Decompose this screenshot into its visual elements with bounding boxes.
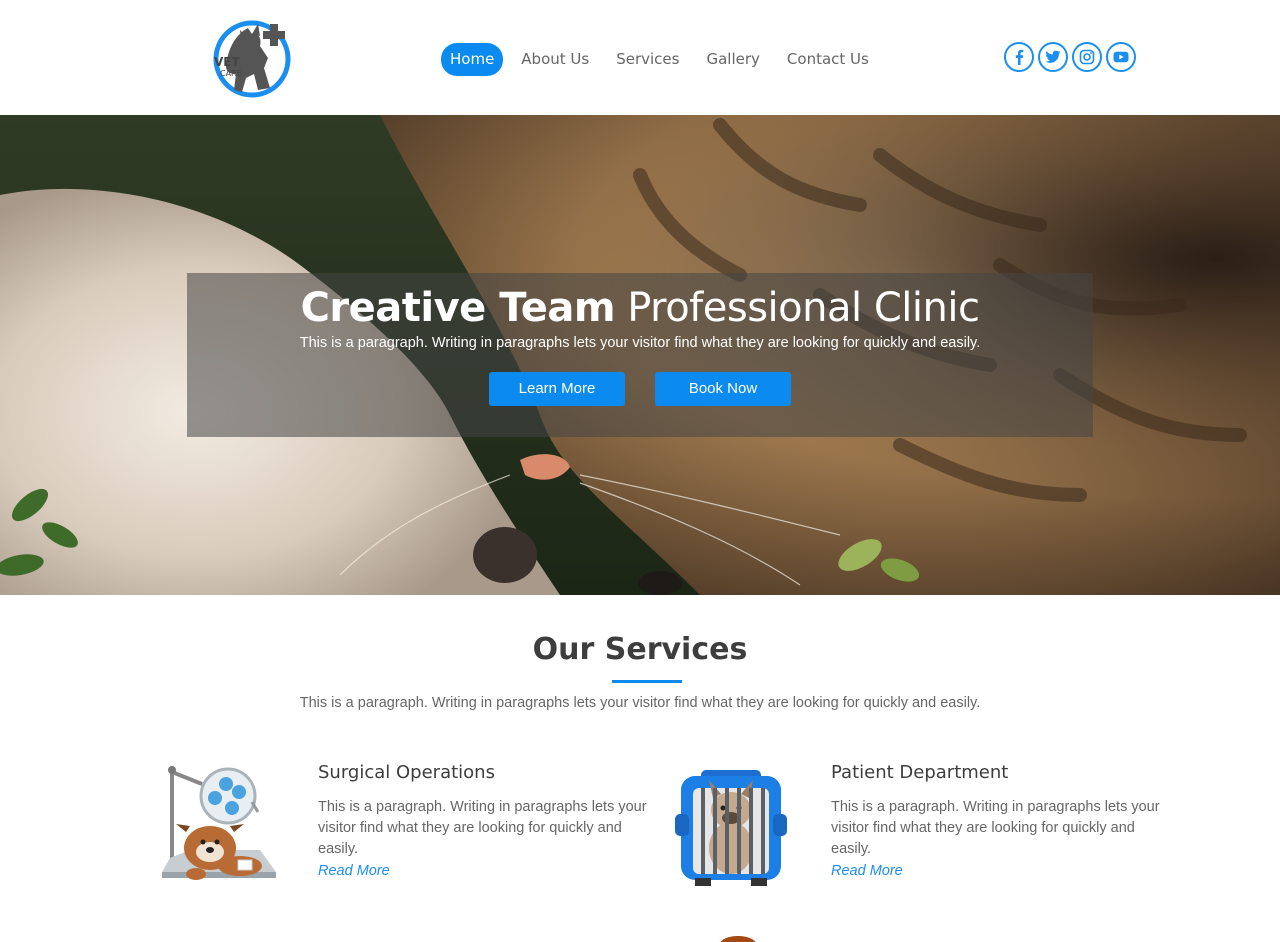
- service-card-surgical: Surgical Operations This is a paragraph.…: [160, 762, 647, 892]
- hero-title-bold: Creative Team: [300, 285, 616, 331]
- social-links: [1004, 42, 1140, 72]
- service-card-patient: Patient Department This is a paragraph. …: [673, 762, 1163, 892]
- hero-banner: Creative Team Professional Clinic This i…: [0, 115, 1280, 595]
- pet-carrier-icon: [675, 770, 787, 886]
- svg-text:CARE: CARE: [220, 69, 242, 78]
- surgery-dog-icon: [162, 766, 276, 880]
- facebook-icon[interactable]: [1004, 42, 1034, 72]
- read-more-link-surgical[interactable]: Read More: [318, 863, 390, 879]
- youtube-icon[interactable]: [1106, 42, 1136, 72]
- nav-item-home[interactable]: Home: [441, 43, 504, 76]
- vet-care-logo[interactable]: VET CARE: [212, 18, 292, 98]
- instagram-icon[interactable]: [1072, 42, 1102, 72]
- hero-overlay-box: Creative Team Professional Clinic This i…: [187, 273, 1093, 437]
- learn-more-button[interactable]: Learn More: [489, 372, 625, 406]
- services-subtitle: This is a paragraph. Writing in paragrap…: [299, 695, 981, 711]
- service-description-surgical: This is a paragraph. Writing in paragrap…: [318, 799, 647, 857]
- main-nav: Home About Us Services Gallery Contact U…: [441, 43, 887, 76]
- service-description-patient: This is a paragraph. Writing in paragrap…: [831, 799, 1160, 857]
- service-title-surgical: Surgical Operations: [318, 762, 495, 783]
- service-title-patient: Patient Department: [831, 762, 1009, 783]
- book-now-button[interactable]: Book Now: [655, 372, 791, 406]
- twitter-icon[interactable]: [1038, 42, 1068, 72]
- hero-title: Creative Team Professional Clinic: [187, 285, 1093, 331]
- services-heading-underline: [612, 680, 682, 683]
- hero-subtitle: This is a paragraph. Writing in paragrap…: [299, 335, 981, 351]
- next-service-icon-partial: [720, 936, 756, 942]
- read-more-link-patient[interactable]: Read More: [831, 863, 903, 879]
- site-header: VET CARE Home About Us Services Gallery …: [0, 0, 1280, 115]
- hero-title-rest: Professional Clinic: [627, 285, 980, 331]
- services-heading: Our Services: [532, 632, 748, 667]
- nav-item-about-us[interactable]: About Us: [512, 43, 598, 76]
- svg-text:VET: VET: [214, 55, 240, 69]
- nav-item-contact-us[interactable]: Contact Us: [778, 43, 878, 76]
- nav-item-services[interactable]: Services: [607, 43, 688, 76]
- nav-item-gallery[interactable]: Gallery: [697, 43, 768, 76]
